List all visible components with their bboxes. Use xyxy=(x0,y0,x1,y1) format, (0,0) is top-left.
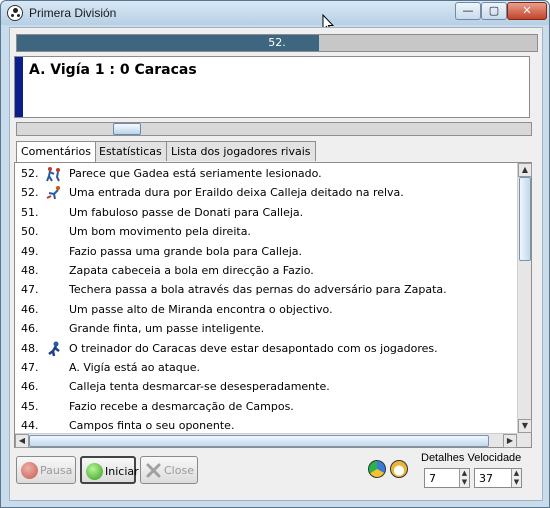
commentary-minute: 52. xyxy=(21,167,39,180)
speed-slider-track[interactable] xyxy=(16,122,532,136)
details-speed-label: Detalhes Velocidade xyxy=(421,452,522,464)
commentary-text: Uma entrada dura por Eraildo deixa Calle… xyxy=(69,186,404,200)
horizontal-scrollbar[interactable]: ◀ ▶ xyxy=(15,433,517,448)
commentary-text: Techera passa a bola através das pernas … xyxy=(69,283,447,297)
scroll-down-arrow-icon[interactable]: ▼ xyxy=(518,419,532,433)
commentary-list: 52. Parece que Gadea está seriamente lesi… xyxy=(15,163,517,433)
commentary-text: Um fabuloso passe de Donati para Calleja… xyxy=(69,205,304,219)
commentary-minute: 50. xyxy=(21,225,39,239)
window-title: Primera División xyxy=(29,6,117,20)
speed-gauge-icon[interactable] xyxy=(390,460,408,478)
close-x-icon xyxy=(145,462,162,479)
tab-comentarios[interactable]: Comentários xyxy=(16,141,96,162)
coach-icon xyxy=(45,340,63,358)
commentary-text: Um passe alto de Miranda encontra o obje… xyxy=(69,302,333,316)
commentary-text: Parece que Gadea está seriamente lesiona… xyxy=(69,167,322,180)
speed-spin-arrows-icon[interactable]: ▲ ▼ xyxy=(511,469,521,487)
play-icon xyxy=(86,463,103,480)
foul-icon xyxy=(45,184,63,202)
scrollbar-corner xyxy=(517,433,531,447)
commentary-row: 45. Fazio recebe a desmarcação de Campos. xyxy=(15,397,517,417)
scroll-left-arrow-icon[interactable]: ◀ xyxy=(15,434,29,448)
commentary-row: 46. Grande finta, um passe inteligente. xyxy=(15,319,517,339)
commentary-minute: 44. xyxy=(21,419,39,433)
scroll-up-arrow-icon[interactable]: ▲ xyxy=(518,163,532,177)
commentary-row: 44. Campos finta o seu oponente. xyxy=(15,416,517,433)
color-settings-icon[interactable] xyxy=(368,460,386,478)
match-minute-label: 52. xyxy=(268,36,286,49)
main-window: Primera División — ▢ ✕ 52. A. Vigía 1 : … xyxy=(0,0,550,508)
commentary-row: 52. Uma entrada dura por Eraildo deixa Ca… xyxy=(15,183,517,203)
commentary-minute: 51. xyxy=(21,205,39,219)
close-window-button[interactable]: ✕ xyxy=(507,2,547,20)
speed-spinbox[interactable]: 37 ▲ ▼ xyxy=(474,468,522,488)
commentary-text: Calleja tenta desmarcar-se desesperadame… xyxy=(69,380,330,394)
tab-lista-jogadores-rivais[interactable]: Lista dos jogadores rivais xyxy=(166,141,316,161)
commentary-row: 52. Parece que Gadea está seriamente lesi… xyxy=(15,164,517,184)
commentary-text: Grande finta, um passe inteligente. xyxy=(69,322,265,336)
commentary-row: 49. Fazio passa uma grande bola para Call… xyxy=(15,242,517,262)
commentary-row: 46. Calleja tenta desmarcar-se desesperad… xyxy=(15,377,517,397)
commentary-minute: 46. xyxy=(21,380,39,394)
commentary-row: 48. Zapata cabeceia a bola em direcção a … xyxy=(15,261,517,281)
injury-icon xyxy=(45,165,63,183)
commentary-row: 47. Techera passa a bola através das pern… xyxy=(15,280,517,300)
vertical-scrollbar[interactable]: ▲ ▼ xyxy=(517,163,532,433)
match-progress-bar: 52. xyxy=(16,34,538,52)
commentary-text: Fazio passa uma grande bola para Calleja… xyxy=(69,244,303,258)
commentary-minute: 47. xyxy=(21,361,39,374)
commentary-minute: 48. xyxy=(21,264,39,277)
commentary-minute: 46. xyxy=(21,302,39,316)
speed-slider-thumb[interactable] xyxy=(113,123,141,135)
commentary-minute: 52. xyxy=(21,186,39,200)
scroll-right-arrow-icon[interactable]: ▶ xyxy=(503,434,517,448)
title-bar[interactable]: Primera División — ▢ ✕ xyxy=(1,1,549,25)
pause-icon xyxy=(21,462,38,479)
commentary-minute: 48. xyxy=(21,341,39,355)
horizontal-scroll-thumb[interactable] xyxy=(29,435,489,447)
commentary-row: 50. Um bom movimento pela direita. xyxy=(15,222,517,242)
pause-button[interactable]: Pausa xyxy=(16,456,76,484)
maximize-button[interactable]: ▢ xyxy=(481,2,507,20)
scoreboard-accent-bar xyxy=(15,57,23,117)
scoreboard: A. Vigía 1 : 0 Caracas xyxy=(14,56,530,118)
details-spinbox[interactable]: 7 ▲ ▼ xyxy=(424,468,470,488)
details-spin-arrows-icon[interactable]: ▲ ▼ xyxy=(459,469,469,487)
commentary-text: Um bom movimento pela direita. xyxy=(69,225,251,239)
commentary-minute: 46. xyxy=(21,322,39,336)
close-button[interactable]: Close xyxy=(140,456,198,484)
commentary-text: A. Vigía está ao ataque. xyxy=(69,361,200,374)
commentary-minute: 47. xyxy=(21,283,39,297)
commentary-row: 47. A. Vigía está ao ataque. xyxy=(15,358,517,378)
commentary-text: Campos finta o seu oponente. xyxy=(69,419,235,433)
commentary-row: 48. O treinador do Caracas deve estar des… xyxy=(15,339,517,359)
commentary-text: O treinador do Caracas deve estar desapo… xyxy=(69,341,438,355)
client-area: 52. A. Vigía 1 : 0 Caracas Comentários E… xyxy=(9,27,543,501)
commentary-text: Zapata cabeceia a bola em direcção a Faz… xyxy=(69,264,314,277)
tab-estatisticas[interactable]: Estatísticas xyxy=(94,141,167,161)
minimize-button[interactable]: — xyxy=(455,2,481,20)
commentary-panel: 52. Parece que Gadea está seriamente lesi… xyxy=(14,162,532,448)
commentary-row: 51. Um fabuloso passe de Donati para Call… xyxy=(15,203,517,223)
match-score: A. Vigía 1 : 0 Caracas xyxy=(29,62,197,78)
vertical-scroll-thumb[interactable] xyxy=(519,177,531,261)
commentary-minute: 45. xyxy=(21,399,39,413)
soccer-ball-icon xyxy=(7,5,23,21)
commentary-minute: 49. xyxy=(21,244,39,258)
commentary-row: 46. Um passe alto de Miranda encontra o o… xyxy=(15,300,517,320)
commentary-text: Fazio recebe a desmarcação de Campos. xyxy=(69,399,294,413)
start-button[interactable]: Iniciar xyxy=(80,456,139,484)
